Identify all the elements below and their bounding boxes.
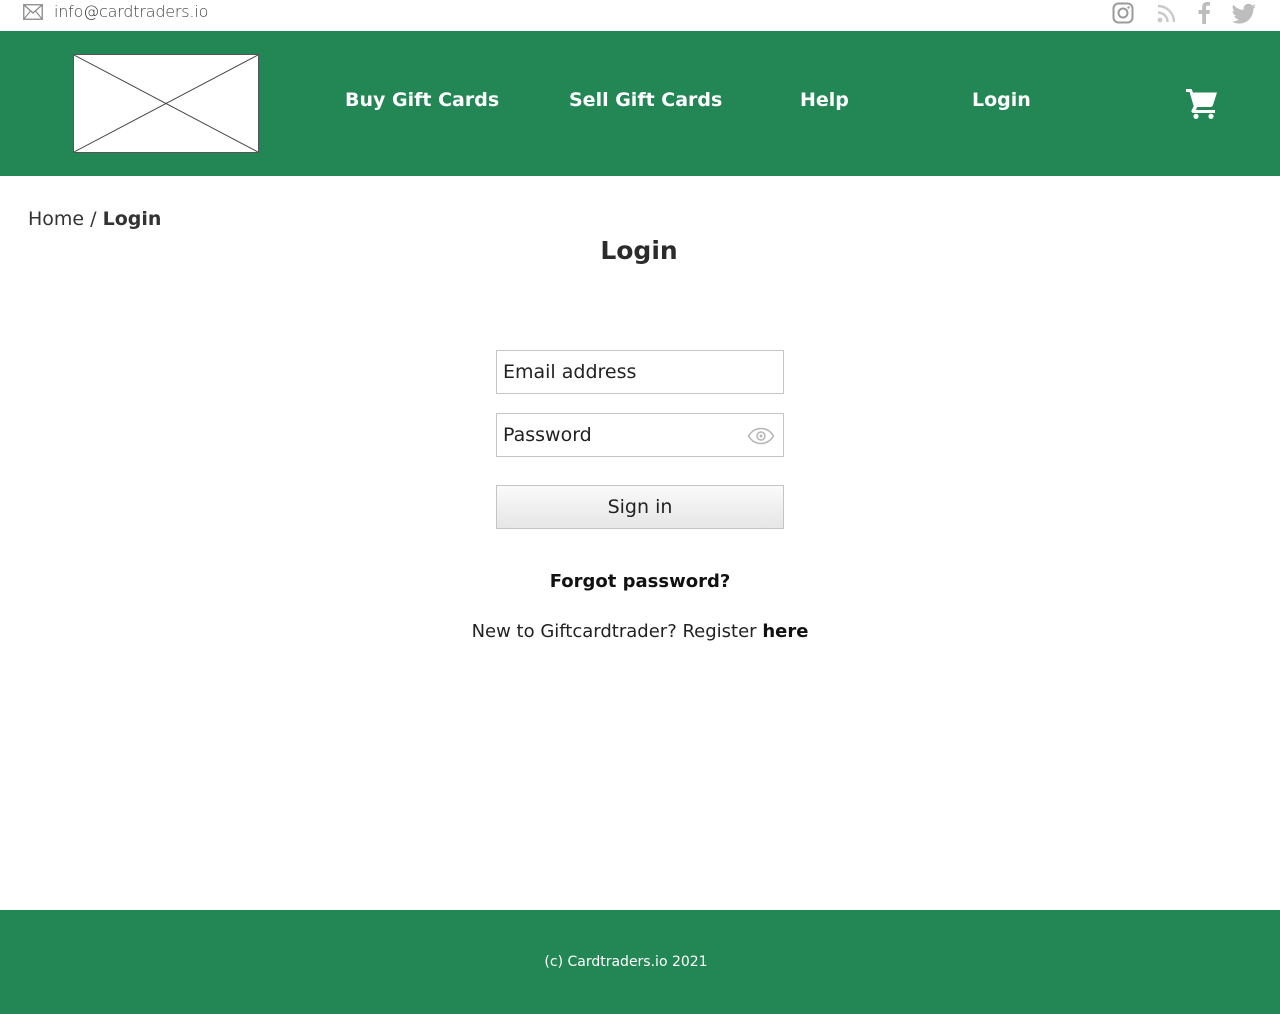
logo-placeholder[interactable] bbox=[73, 54, 259, 153]
top-bar: info@cardtraders.io bbox=[0, 0, 1280, 31]
site-footer: (c) Cardtraders.io 2021 bbox=[0, 910, 1280, 1014]
forgot-password-link[interactable]: Forgot password? bbox=[550, 571, 731, 592]
facebook-icon[interactable] bbox=[1197, 1, 1211, 25]
twitter-icon[interactable] bbox=[1231, 1, 1257, 25]
nav-help[interactable]: Help bbox=[800, 89, 849, 111]
register-here-link[interactable]: here bbox=[762, 621, 808, 642]
page-title: Login bbox=[600, 236, 678, 265]
instagram-icon[interactable] bbox=[1111, 1, 1135, 25]
breadcrumb-current: Login bbox=[102, 208, 162, 230]
image-placeholder-icon bbox=[74, 55, 258, 152]
nav-login[interactable]: Login bbox=[972, 89, 1031, 111]
password-input[interactable] bbox=[497, 414, 783, 456]
copyright-text: (c) Cardtraders.io 2021 bbox=[544, 954, 708, 970]
breadcrumb-separator: / bbox=[90, 208, 97, 230]
email-input[interactable] bbox=[497, 351, 783, 393]
cart-icon[interactable] bbox=[1185, 87, 1219, 119]
email-field-container bbox=[496, 350, 784, 394]
nav-sell-gift-cards[interactable]: Sell Gift Cards bbox=[569, 89, 722, 111]
site-header: Buy Gift Cards Sell Gift Cards Help Logi… bbox=[0, 31, 1280, 176]
sign-in-button[interactable]: Sign in bbox=[496, 485, 784, 529]
forgot-password-row: Forgot password? bbox=[0, 571, 1280, 592]
breadcrumb: Home / Login bbox=[28, 208, 161, 230]
eye-icon[interactable] bbox=[747, 427, 775, 445]
register-prompt-text: New to Giftcardtrader? Register bbox=[471, 621, 757, 642]
rss-icon[interactable] bbox=[1156, 1, 1176, 25]
mail-icon bbox=[23, 4, 43, 20]
breadcrumb-home-link[interactable]: Home bbox=[28, 208, 84, 230]
nav-buy-gift-cards[interactable]: Buy Gift Cards bbox=[345, 89, 499, 111]
register-row: New to Giftcardtrader? Register here bbox=[0, 621, 1280, 642]
contact-email-link[interactable]: info@cardtraders.io bbox=[54, 2, 208, 21]
password-field-container bbox=[496, 413, 784, 457]
